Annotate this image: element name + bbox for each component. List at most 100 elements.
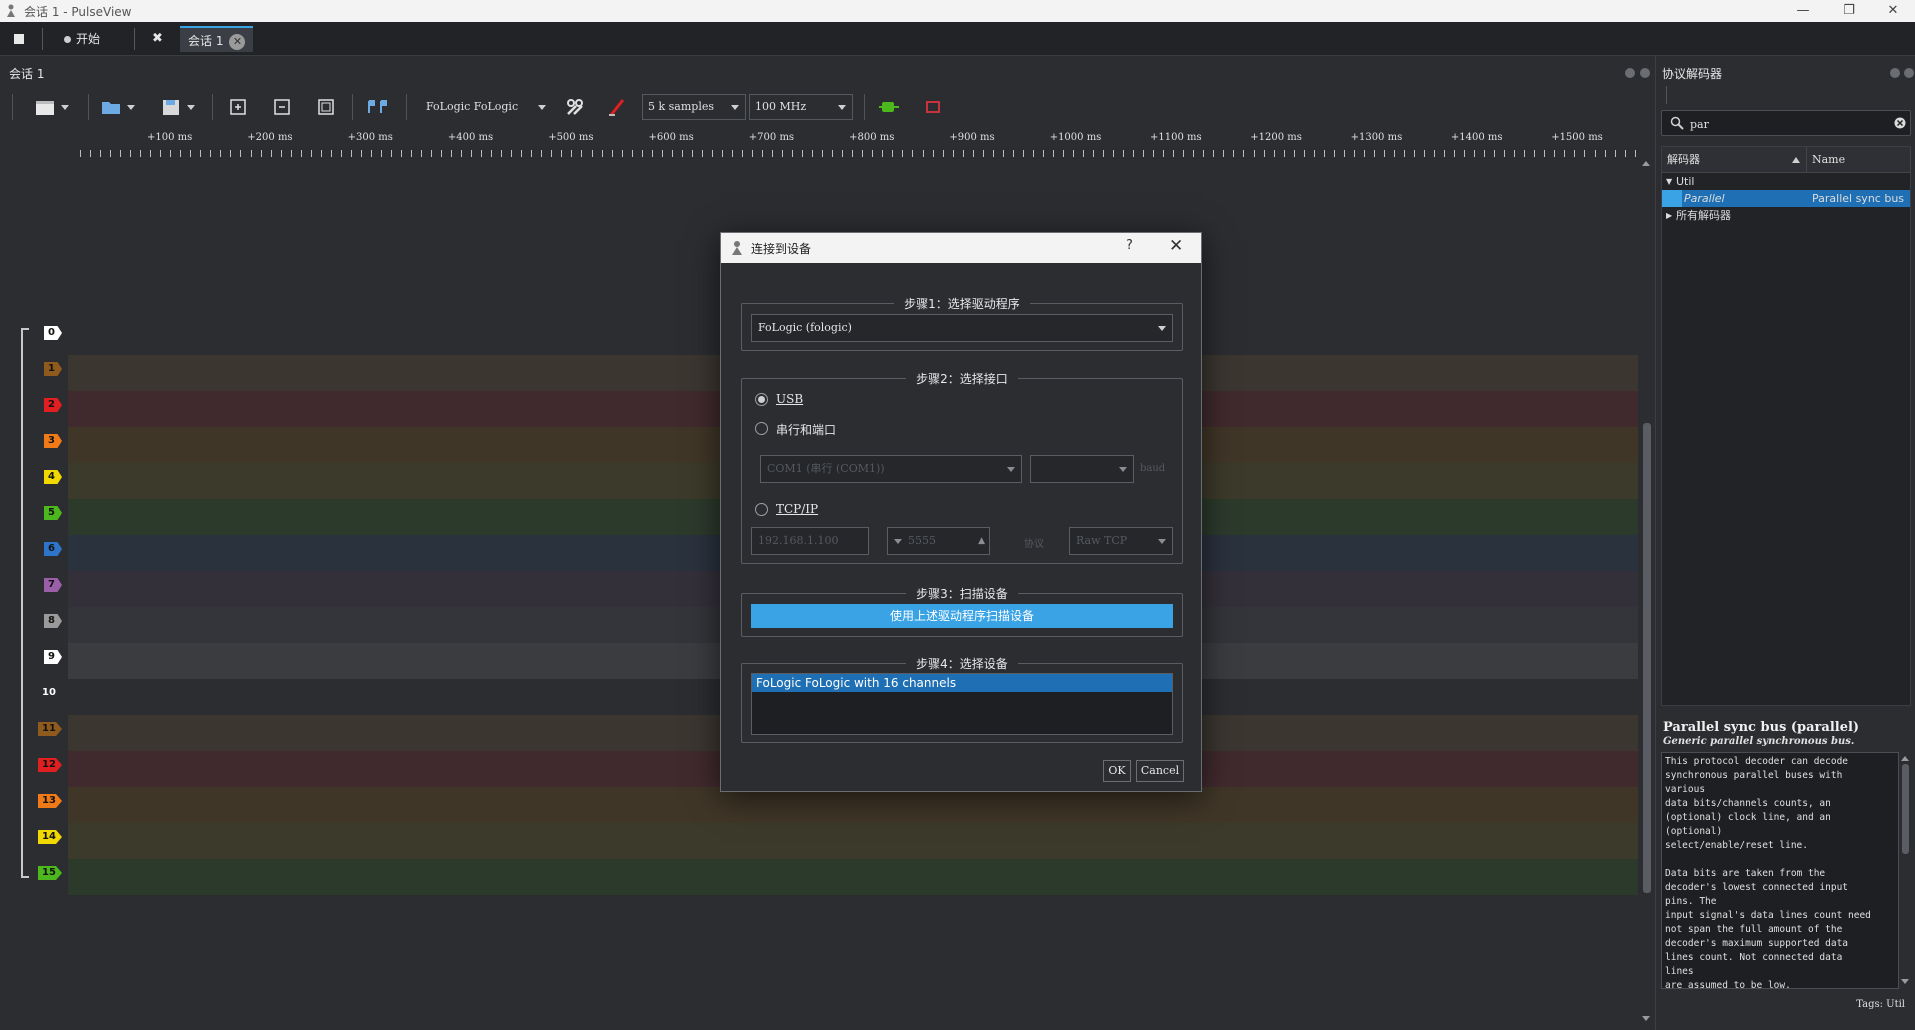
tab-strip: 开始 ✖ 会话 1 ✕	[0, 22, 1915, 56]
tab-close-icon[interactable]: ✕	[229, 33, 246, 50]
open-file-button[interactable]	[98, 92, 138, 122]
channel-label[interactable]: 3	[44, 434, 62, 448]
channel-label[interactable]: 9	[44, 650, 62, 664]
ruler-tick	[1384, 150, 1385, 157]
desc-scrollbar[interactable]	[1899, 752, 1911, 989]
scroll-down-icon[interactable]	[1640, 1014, 1652, 1024]
tcp-port-spinner[interactable]: 5555 ▲	[887, 527, 990, 555]
usb-radio[interactable]	[755, 393, 768, 406]
probe-config-button[interactable]	[604, 92, 630, 122]
channel-label[interactable]: 6	[44, 542, 62, 556]
serial-label[interactable]: 串行和端口	[776, 421, 836, 438]
device-config-button[interactable]	[562, 92, 588, 122]
col-decoder-label: 解码器	[1667, 153, 1700, 166]
tcp-host-input[interactable]: 192.168.1.100	[751, 527, 869, 555]
expand-right-icon[interactable]: ▶	[1666, 207, 1672, 224]
ok-button[interactable]: OK	[1103, 760, 1131, 782]
ruler-tick	[281, 150, 282, 157]
new-session-button[interactable]	[32, 92, 72, 122]
decoder-search-input[interactable]	[1690, 115, 1880, 133]
save-file-button[interactable]	[158, 92, 198, 122]
chevron-down-icon[interactable]	[127, 104, 135, 110]
channel-label[interactable]: 15	[38, 866, 62, 880]
dialog-close-button[interactable]: ✕	[1169, 236, 1183, 256]
channel-label[interactable]: 2	[44, 398, 62, 412]
ruler-tick	[1464, 150, 1465, 157]
cancel-button[interactable]: Cancel	[1136, 760, 1184, 782]
ruler-tick	[451, 150, 452, 157]
zoom-out-button[interactable]	[268, 92, 296, 122]
channel-label[interactable]: 8	[44, 614, 62, 628]
cursor-button[interactable]	[362, 92, 392, 122]
ruler-tick	[592, 150, 593, 157]
column-header-name[interactable]: Name	[1807, 147, 1911, 173]
baud-select[interactable]	[1030, 455, 1134, 483]
trace-scrollbar[interactable]	[1640, 158, 1652, 1028]
help-button[interactable]: ?	[1126, 238, 1133, 253]
minimize-button[interactable]: —	[1783, 1, 1823, 21]
channel-label[interactable]: 10	[38, 686, 62, 700]
tree-row-parallel[interactable]: Parallel Parallel sync bus	[1662, 190, 1910, 207]
channel-label[interactable]: 5	[44, 506, 62, 520]
scroll-thumb[interactable]	[1643, 423, 1651, 893]
tab-session-1[interactable]: 会话 1 ✕	[180, 26, 254, 52]
restore-button[interactable]: ❐	[1829, 1, 1869, 21]
scan-devices-button[interactable]: 使用上述驱动程序扫描设备	[751, 604, 1173, 628]
serial-radio[interactable]	[755, 422, 768, 435]
channel-label[interactable]: 1	[44, 362, 62, 376]
decoder-desc-body[interactable]: This protocol decoder can decode synchro…	[1661, 752, 1899, 989]
usb-label[interactable]: USB	[776, 392, 803, 406]
channel-label[interactable]: 12	[38, 758, 62, 772]
dock-float-icon[interactable]	[1625, 68, 1635, 78]
tree-row-util[interactable]: ▼ Util	[1662, 173, 1910, 190]
tab-start[interactable]: 开始	[56, 26, 108, 52]
scroll-up-icon[interactable]	[1640, 158, 1652, 168]
time-ruler[interactable]: +100 ms +200 ms +300 ms +400 ms +500 ms +600 …	[68, 126, 1648, 162]
device-selector[interactable]: FoLogic FoLogic	[426, 94, 518, 120]
driver-select[interactable]: FoLogic (fologic)	[751, 314, 1173, 342]
dock-close-icon[interactable]	[1640, 68, 1650, 78]
tcpip-label[interactable]: TCP/IP	[776, 502, 818, 516]
tab-session-label: 会话 1	[188, 34, 224, 48]
stop-icon[interactable]	[14, 34, 24, 44]
tcpip-radio[interactable]	[755, 503, 768, 516]
scroll-up-icon[interactable]	[1899, 754, 1911, 762]
tcp-host-placeholder: 192.168.1.100	[758, 534, 839, 547]
channel-label[interactable]: 14	[38, 830, 62, 844]
clear-search-icon[interactable]	[1894, 117, 1906, 129]
channel-trace-row[interactable]	[68, 787, 1638, 823]
channel-label[interactable]: 4	[44, 470, 62, 484]
tree-row-all-decoders[interactable]: ▶ 所有解码器	[1662, 207, 1910, 224]
close-window-button[interactable]: ✕	[1873, 1, 1913, 21]
stop-capture-button[interactable]	[918, 92, 948, 122]
dock-close-icon[interactable]	[1904, 68, 1914, 78]
sample-count-select[interactable]: 5 k samples	[642, 94, 746, 120]
tcp-protocol-select[interactable]: Raw TCP	[1069, 527, 1173, 555]
scroll-down-icon[interactable]	[1899, 978, 1911, 986]
spin-down-icon[interactable]	[894, 539, 902, 544]
channel-label[interactable]: 11	[38, 722, 62, 736]
decoder-tree[interactable]: 解码器 Name ▼ Util Parallel Parallel sync b…	[1661, 146, 1911, 706]
sample-rate-select[interactable]: 100 MHz	[749, 94, 853, 120]
device-list[interactable]: FoLogic FoLogic with 16 channels	[751, 673, 1173, 735]
scroll-thumb[interactable]	[1902, 764, 1909, 854]
dock-float-icon[interactable]	[1890, 68, 1900, 78]
channel-trace-row[interactable]	[68, 823, 1638, 859]
expand-down-icon[interactable]: ▼	[1666, 173, 1672, 190]
column-header-decoder[interactable]: 解码器	[1662, 147, 1807, 173]
spin-up-icon[interactable]: ▲	[978, 528, 985, 554]
zoom-fit-button[interactable]	[312, 92, 340, 122]
device-list-item[interactable]: FoLogic FoLogic with 16 channels	[752, 674, 1172, 692]
run-button[interactable]	[874, 92, 904, 122]
decoder-search[interactable]	[1661, 110, 1911, 136]
channel-label[interactable]: 0	[44, 326, 62, 340]
chevron-down-icon[interactable]	[538, 105, 546, 110]
zoom-in-button[interactable]	[224, 92, 252, 122]
chevron-down-icon[interactable]	[61, 104, 69, 110]
channel-label[interactable]: 13	[38, 794, 62, 808]
channel-trace-row[interactable]	[68, 859, 1638, 895]
chevron-down-icon[interactable]	[187, 104, 195, 110]
channel-label[interactable]: 7	[44, 578, 62, 592]
tools-icon[interactable]: ✖	[144, 26, 171, 52]
serial-port-select[interactable]: COM1 (串行 (COM1))	[760, 455, 1022, 483]
